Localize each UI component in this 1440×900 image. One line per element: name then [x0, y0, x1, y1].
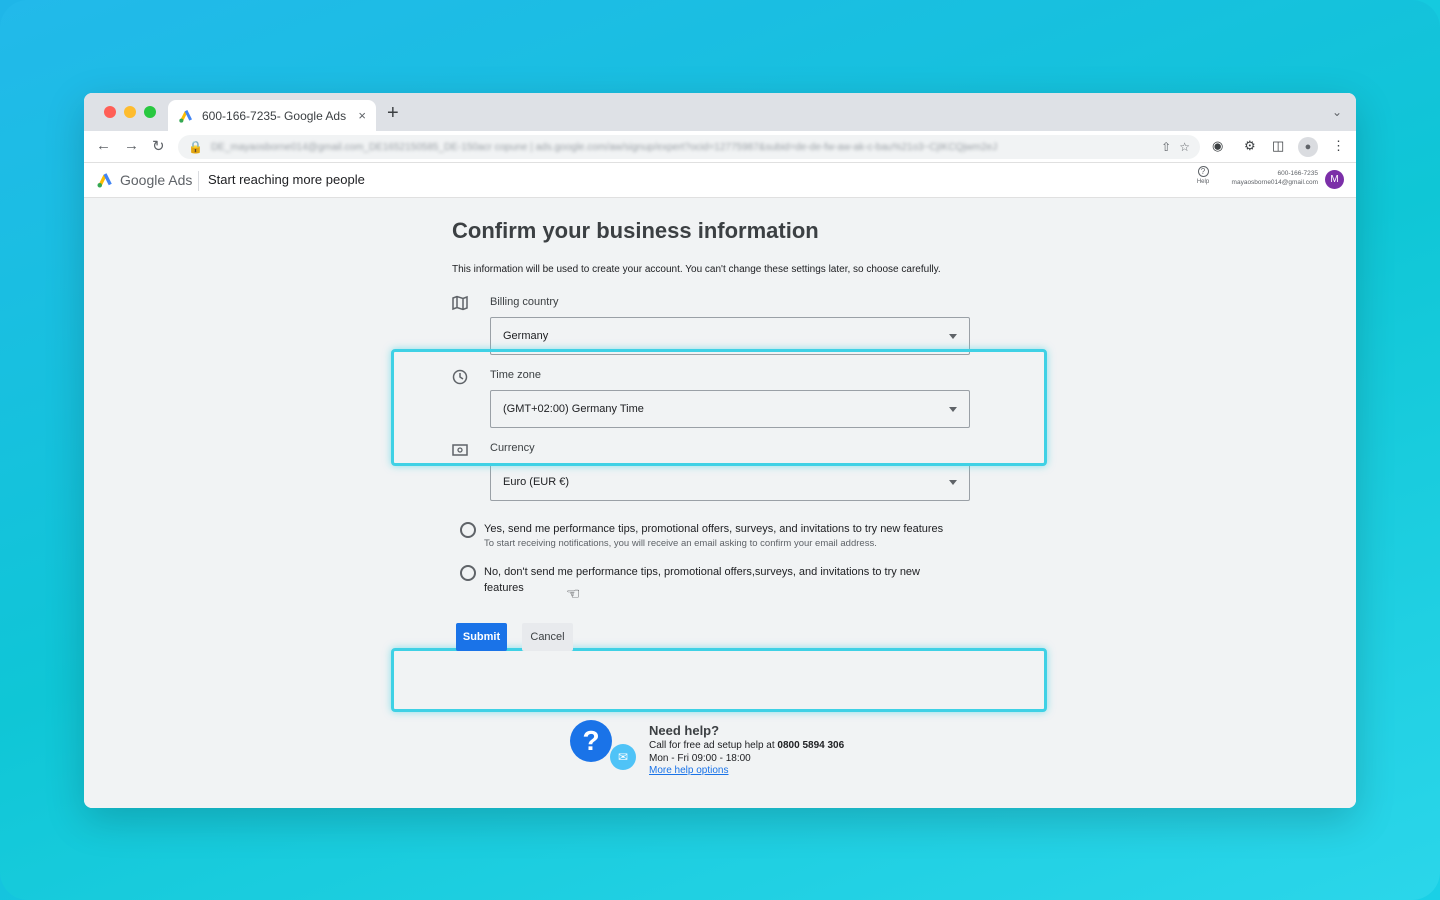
opt-in-note: To start receiving notifications, you wi… [484, 538, 877, 549]
opt-out-radio[interactable] [460, 565, 476, 581]
highlight-opt-out [391, 648, 1047, 712]
help-button[interactable]: ? Help [1192, 166, 1214, 185]
currency-select[interactable]: Euro (EUR €) [490, 463, 970, 501]
google-ads-logo-icon [179, 109, 192, 123]
account-email: mayaosborne014@gmail.com [1231, 179, 1318, 186]
support-hours: Mon - Fri 09:00 - 18:00 [649, 753, 751, 764]
account-id: 600-166-7235 [1277, 170, 1318, 177]
avatar[interactable]: M [1325, 170, 1344, 189]
opt-in-label[interactable]: Yes, send me performance tips, promotion… [484, 521, 943, 537]
reload-icon[interactable]: ↻ [152, 137, 165, 155]
help-label: Help [1196, 179, 1210, 185]
call-line: Call for free ad setup help at 0800 5894… [649, 740, 844, 751]
puzzle-icon[interactable]: ⚙ [1244, 138, 1256, 154]
minimize-window-button[interactable] [124, 106, 136, 118]
tab-title: 600-166-7235- Google Ads [202, 108, 347, 123]
call-prefix: Call for free ad setup help at [649, 740, 775, 751]
intro-text: This information will be used to create … [452, 264, 941, 275]
opt-out-label-line2[interactable]: features [484, 580, 524, 596]
address-bar: ← → ↻ 🔒 DE_mayaosborne014@gmail.com_DE16… [84, 131, 1356, 163]
maximize-window-button[interactable] [144, 106, 156, 118]
header-title: Start reaching more people [208, 172, 365, 187]
window-controls [104, 106, 156, 118]
highlight-billing-country [391, 349, 1047, 466]
star-icon[interactable]: ☆ [1179, 140, 1190, 154]
close-window-button[interactable] [104, 106, 116, 118]
question-bubble-icon: ? [570, 720, 612, 762]
more-menu-icon[interactable]: ⋮ [1332, 138, 1345, 154]
submit-button[interactable]: Submit [456, 623, 507, 651]
back-arrow-icon[interactable]: ← [96, 137, 111, 154]
opt-out-label-line1[interactable]: No, don't send me performance tips, prom… [484, 564, 920, 580]
close-tab-icon[interactable]: × [358, 108, 366, 123]
tab-google-ads[interactable]: 600-166-7235- Google Ads × [168, 100, 376, 131]
billing-country-label: Billing country [490, 296, 559, 308]
url-input[interactable]: 🔒 DE_mayaosborne014@gmail.com_DE16521505… [178, 135, 1200, 159]
page-title: Confirm your business information [452, 218, 819, 243]
app-header: Google Ads Start reaching more people ? … [84, 163, 1356, 198]
header-divider [198, 171, 199, 191]
caret-down-icon [949, 479, 957, 485]
lock-icon[interactable]: 🔒 [188, 140, 203, 154]
question-icon: ? [1197, 166, 1209, 177]
chevron-down-icon[interactable]: ⌄ [1332, 105, 1342, 119]
extension-icon[interactable]: ◉ [1212, 138, 1223, 154]
google-ads-logo-icon [97, 173, 112, 188]
background-frame: 600-166-7235- Google Ads × + ⌄ ← → ↻ 🔒 D… [0, 0, 1440, 900]
more-help-link[interactable]: More help options [649, 765, 729, 776]
sidebar-icon[interactable]: ◫ [1272, 138, 1284, 154]
tab-strip: 600-166-7235- Google Ads × + ⌄ [84, 93, 1356, 131]
main-content: Confirm your business information This i… [84, 198, 1356, 808]
new-tab-button[interactable]: + [387, 102, 399, 125]
hand-cursor-icon: ☜ [566, 586, 581, 603]
browser-window: 600-166-7235- Google Ads × + ⌄ ← → ↻ 🔒 D… [84, 93, 1356, 808]
map-icon [452, 295, 470, 313]
account-info[interactable]: 600-166-7235 mayaosborne014@gmail.com [1232, 169, 1318, 187]
cancel-button[interactable]: Cancel [522, 623, 573, 651]
chat-bubble-icon: ✉ [610, 744, 636, 770]
forward-arrow-icon[interactable]: → [124, 137, 139, 154]
help-section: ? ✉ Need help? Call for free ad setup he… [570, 720, 870, 784]
phone-number: 0800 5894 306 [777, 740, 845, 751]
currency-value: Euro (EUR €) [503, 476, 570, 488]
share-icon[interactable]: ⇧ [1161, 140, 1171, 154]
need-help-title: Need help? [649, 723, 720, 738]
profile-icon[interactable]: ● [1298, 137, 1318, 157]
brand-name: Google Ads [120, 172, 193, 188]
url-text: DE_mayaosborne014@gmail.com_DE1652150585… [210, 141, 998, 153]
caret-down-icon [949, 333, 957, 339]
opt-in-radio[interactable] [460, 522, 476, 538]
billing-country-value: Germany [503, 330, 549, 342]
